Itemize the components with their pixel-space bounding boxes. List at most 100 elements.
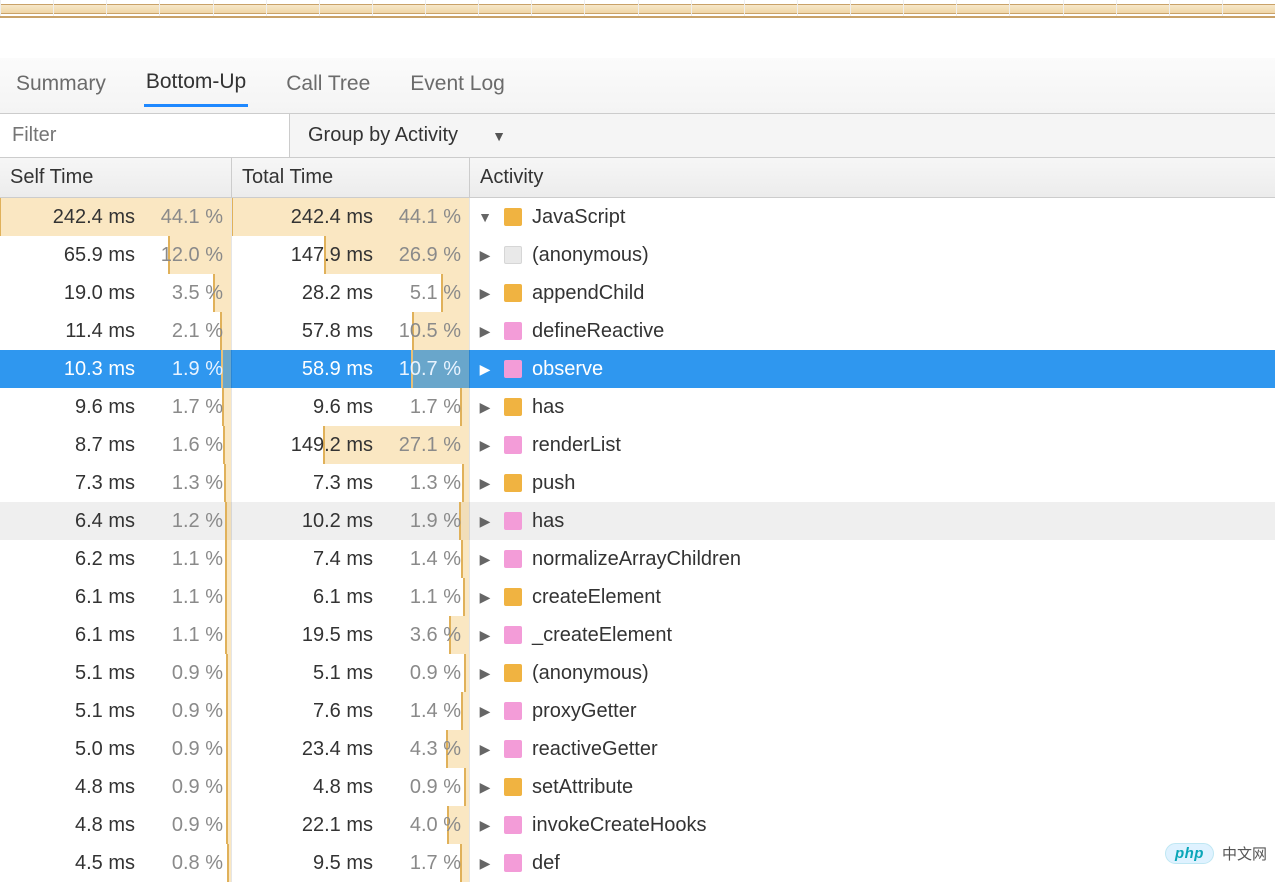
total-time-ms: 9.6 ms xyxy=(269,396,379,419)
table-row[interactable]: 5.0 ms0.9 %23.4 ms4.3 %▶reactiveGetter xyxy=(0,730,1275,768)
disclosure-down-icon[interactable]: ▼ xyxy=(476,209,494,225)
disclosure-right-icon[interactable]: ▶ xyxy=(476,475,494,492)
total-time-pct: 5.1 % xyxy=(379,282,461,305)
disclosure-right-icon[interactable]: ▶ xyxy=(476,323,494,340)
activity-cell: ▶invokeCreateHooks xyxy=(470,806,1275,844)
self-time-pct: 2.1 % xyxy=(141,320,223,343)
tab-call-tree[interactable]: Call Tree xyxy=(284,68,372,106)
total-time-ms: 7.3 ms xyxy=(269,472,379,495)
col-header-activity[interactable]: Activity xyxy=(470,158,1275,197)
table-row[interactable]: 8.7 ms1.6 %149.2 ms27.1 %▶renderList xyxy=(0,426,1275,464)
disclosure-right-icon[interactable]: ▶ xyxy=(476,703,494,720)
disclosure-right-icon[interactable]: ▶ xyxy=(476,361,494,378)
group-by-select[interactable]: Group by Activity ▼ xyxy=(290,114,524,157)
total-time-ms: 28.2 ms xyxy=(269,282,379,305)
disclosure-right-icon[interactable]: ▶ xyxy=(476,285,494,302)
table-row[interactable]: 9.6 ms1.7 %9.6 ms1.7 %▶has xyxy=(0,388,1275,426)
table-row[interactable]: 6.1 ms1.1 %6.1 ms1.1 %▶createElement xyxy=(0,578,1275,616)
self-time-ms: 10.3 ms xyxy=(31,358,141,381)
total-time-bar xyxy=(461,692,469,730)
activity-label: _createElement xyxy=(532,624,672,647)
table-row[interactable]: 5.1 ms0.9 %7.6 ms1.4 %▶proxyGetter xyxy=(0,692,1275,730)
total-time-pct: 0.9 % xyxy=(379,662,461,685)
category-swatch-icon xyxy=(504,854,522,872)
disclosure-right-icon[interactable]: ▶ xyxy=(476,551,494,568)
self-time-ms: 19.0 ms xyxy=(31,282,141,305)
total-time-ms: 58.9 ms xyxy=(269,358,379,381)
self-time-bar xyxy=(225,578,231,616)
disclosure-right-icon[interactable]: ▶ xyxy=(476,817,494,834)
disclosure-right-icon[interactable]: ▶ xyxy=(476,437,494,454)
total-time-ms: 7.4 ms xyxy=(269,548,379,571)
filter-input[interactable] xyxy=(0,114,290,157)
table-header: Self Time Total Time Activity xyxy=(0,158,1275,198)
disclosure-right-icon[interactable]: ▶ xyxy=(476,627,494,644)
self-time-pct: 1.1 % xyxy=(141,586,223,609)
category-swatch-icon xyxy=(504,740,522,758)
self-time-ms: 242.4 ms xyxy=(31,206,141,229)
self-time-pct: 1.9 % xyxy=(141,358,223,381)
table-row[interactable]: 6.4 ms1.2 %10.2 ms1.9 %▶has xyxy=(0,502,1275,540)
category-swatch-icon xyxy=(504,588,522,606)
total-time-ms: 5.1 ms xyxy=(269,662,379,685)
total-time-bar xyxy=(464,768,469,806)
col-header-self-time[interactable]: Self Time xyxy=(0,158,232,197)
activity-label: setAttribute xyxy=(532,776,633,799)
total-time-cell: 28.2 ms5.1 % xyxy=(232,274,470,312)
category-swatch-icon xyxy=(504,550,522,568)
disclosure-right-icon[interactable]: ▶ xyxy=(476,741,494,758)
table-row[interactable]: 4.8 ms0.9 %22.1 ms4.0 %▶invokeCreateHook… xyxy=(0,806,1275,844)
self-time-ms: 8.7 ms xyxy=(31,434,141,457)
tab-event-log[interactable]: Event Log xyxy=(408,68,507,106)
table-row[interactable]: 4.5 ms0.8 %9.5 ms1.7 %▶def xyxy=(0,844,1275,882)
self-time-cell: 6.1 ms1.1 % xyxy=(0,578,232,616)
disclosure-right-icon[interactable]: ▶ xyxy=(476,399,494,416)
total-time-pct: 1.7 % xyxy=(379,852,461,875)
disclosure-right-icon[interactable]: ▶ xyxy=(476,589,494,606)
total-time-cell: 6.1 ms1.1 % xyxy=(232,578,470,616)
disclosure-right-icon[interactable]: ▶ xyxy=(476,779,494,796)
category-swatch-icon xyxy=(504,702,522,720)
activity-cell: ▶def xyxy=(470,844,1275,882)
table-row[interactable]: 6.1 ms1.1 %19.5 ms3.6 % ▶ _createElement xyxy=(0,616,1275,654)
self-time-cell: 6.1 ms1.1 % xyxy=(0,616,232,654)
tab-summary[interactable]: Summary xyxy=(14,68,108,106)
self-time-bar xyxy=(226,692,231,730)
total-time-pct: 1.9 % xyxy=(379,510,461,533)
watermark-brand: php xyxy=(1165,843,1214,864)
self-time-ms: 6.4 ms xyxy=(31,510,141,533)
total-time-pct: 1.4 % xyxy=(379,700,461,723)
table-row[interactable]: 10.3 ms1.9 %58.9 ms10.7 %▶observe xyxy=(0,350,1275,388)
disclosure-right-icon[interactable]: ▶ xyxy=(476,665,494,682)
col-header-total-time[interactable]: Total Time xyxy=(232,158,470,197)
total-time-cell: 4.8 ms0.9 % xyxy=(232,768,470,806)
table-row[interactable]: 19.0 ms3.5 %28.2 ms5.1 %▶appendChild xyxy=(0,274,1275,312)
group-by-label: Group by Activity xyxy=(308,124,458,147)
self-time-ms: 6.2 ms xyxy=(31,548,141,571)
table-row[interactable]: 6.2 ms1.1 %7.4 ms1.4 %▶normalizeArrayChi… xyxy=(0,540,1275,578)
table-row[interactable]: 5.1 ms0.9 %5.1 ms0.9 %▶(anonymous) xyxy=(0,654,1275,692)
table-row[interactable]: 4.8 ms0.9 %4.8 ms0.9 %▶setAttribute xyxy=(0,768,1275,806)
self-time-cell: 5.1 ms0.9 % xyxy=(0,654,232,692)
self-time-bar xyxy=(222,388,231,426)
table-row[interactable]: 11.4 ms2.1 %57.8 ms10.5 %▶defineReactive xyxy=(0,312,1275,350)
table-row[interactable]: 7.3 ms1.3 %7.3 ms1.3 %▶push xyxy=(0,464,1275,502)
tab-bottom-up[interactable]: Bottom-Up xyxy=(144,66,248,107)
disclosure-right-icon[interactable]: ▶ xyxy=(476,855,494,872)
category-swatch-icon xyxy=(504,398,522,416)
disclosure-right-icon[interactable]: ▶ xyxy=(476,247,494,264)
self-time-pct: 1.2 % xyxy=(141,510,223,533)
category-swatch-icon xyxy=(504,664,522,682)
self-time-bar xyxy=(226,768,231,806)
activity-cell: ▼JavaScript xyxy=(470,198,1275,236)
table-body: 242.4 ms44.1 %242.4 ms44.1 %▼JavaScript 6… xyxy=(0,198,1275,882)
total-time-cell: 147.9 ms26.9 % xyxy=(232,236,470,274)
self-time-ms: 6.1 ms xyxy=(31,624,141,647)
total-time-pct: 4.3 % xyxy=(379,738,461,761)
table-row[interactable]: 65.9 ms12.0 %147.9 ms26.9 %▶(anonymous) xyxy=(0,236,1275,274)
total-time-cell: 19.5 ms3.6 % xyxy=(232,616,470,654)
self-time-cell: 4.8 ms0.9 % xyxy=(0,806,232,844)
disclosure-right-icon[interactable]: ▶ xyxy=(476,513,494,530)
table-row[interactable]: 242.4 ms44.1 %242.4 ms44.1 %▼JavaScript xyxy=(0,198,1275,236)
activity-cell: ▶renderList xyxy=(470,426,1275,464)
